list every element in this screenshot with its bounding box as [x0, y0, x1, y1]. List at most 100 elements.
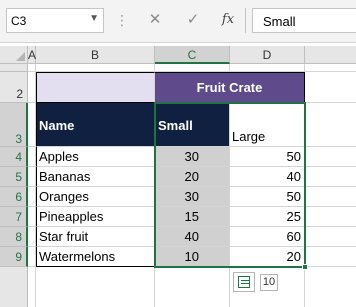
cell-e3[interactable] — [305, 103, 356, 147]
row-header-6[interactable]: 6 — [0, 187, 28, 207]
row-header-9[interactable]: 9 — [0, 247, 28, 267]
cell-a3[interactable] — [28, 103, 36, 147]
header-large: Large — [232, 129, 266, 144]
quick-analysis-button[interactable] — [233, 272, 255, 292]
quick-analysis-icon-line — [241, 280, 249, 281]
cell-e8[interactable] — [305, 227, 356, 247]
large-value: 50 — [286, 189, 301, 204]
cell-b2[interactable] — [36, 72, 155, 103]
table-row-small[interactable]: 30 — [155, 147, 230, 167]
table-row-large[interactable]: 50 — [230, 187, 305, 207]
cell-b10[interactable] — [36, 267, 155, 307]
cell-e10[interactable] — [305, 267, 356, 307]
cell-a7[interactable] — [28, 207, 36, 227]
formula-text: Small — [263, 14, 296, 29]
row-header-1[interactable] — [0, 64, 28, 72]
table-row-large[interactable]: 50 — [230, 147, 305, 167]
fruit-name: Watermelons — [39, 249, 116, 264]
header-name-cell[interactable]: Name — [36, 103, 155, 147]
select-all-triangle-icon — [16, 52, 25, 61]
cell-e2[interactable] — [305, 72, 356, 103]
row-header-4[interactable]: 4 — [0, 147, 28, 167]
cell-d1[interactable] — [230, 64, 305, 72]
table-row-name[interactable]: Apples — [36, 147, 155, 167]
table-row-name[interactable]: Watermelons — [36, 247, 155, 267]
table-row-small[interactable]: 30 — [155, 187, 230, 207]
row-header-8[interactable]: 8 — [0, 227, 28, 247]
fruit-name: Pineapples — [39, 209, 104, 224]
formula-bar-divider — [245, 8, 246, 33]
cell-a6[interactable] — [28, 187, 36, 207]
cell-e7[interactable] — [305, 207, 356, 227]
fill-handle[interactable] — [302, 264, 308, 270]
large-value: 40 — [286, 169, 301, 184]
cancel-icon[interactable]: ✕ — [144, 9, 166, 31]
header-name: Name — [39, 118, 75, 133]
table-row-name[interactable]: Star fruit — [36, 227, 155, 247]
small-value: 10 — [184, 249, 199, 264]
row-header-5[interactable]: 5 — [0, 167, 28, 187]
quick-analysis-tooltip: 10 — [260, 274, 278, 291]
table-row-large[interactable]: 60 — [230, 227, 305, 247]
cell-e6[interactable] — [305, 187, 356, 207]
grip-icon[interactable]: ⋮ — [115, 11, 129, 29]
table-row-name[interactable]: Oranges — [36, 187, 155, 207]
row-header-2[interactable]: 2 — [0, 72, 28, 103]
quick-analysis-icon — [238, 276, 250, 288]
table-row-name[interactable]: Pineapples — [36, 207, 155, 227]
insert-function-icon[interactable]: fx — [217, 9, 239, 31]
formula-input[interactable]: Small — [252, 8, 356, 33]
table-row-small[interactable]: 40 — [155, 227, 230, 247]
table-row-large[interactable]: 25 — [230, 207, 305, 227]
column-header-b[interactable]: B — [36, 46, 155, 64]
small-value: 20 — [184, 169, 199, 184]
row-header-7[interactable]: 7 — [0, 207, 28, 227]
cell-e5[interactable] — [305, 167, 356, 187]
chevron-down-icon[interactable]: ▼ — [89, 13, 99, 24]
fruit-name: Star fruit — [39, 229, 89, 244]
large-value: 25 — [286, 209, 301, 224]
table-row-small[interactable]: 10 — [155, 247, 230, 267]
formula-bar: C3 ▼ ⋮ ✕ ✓ fx Small — [0, 0, 356, 43]
small-value: 30 — [184, 149, 199, 164]
table-row-large[interactable]: 20 — [230, 247, 305, 267]
cell-c1[interactable] — [155, 64, 230, 72]
cell-a9[interactable] — [28, 247, 36, 267]
small-value: 15 — [184, 209, 199, 224]
name-box[interactable]: C3 ▼ — [6, 8, 104, 33]
table-row-small[interactable]: 20 — [155, 167, 230, 187]
fruit-name: Oranges — [39, 189, 89, 204]
large-value: 50 — [286, 149, 301, 164]
small-value: 30 — [184, 189, 199, 204]
cell-b1[interactable] — [36, 64, 155, 72]
table-row-name[interactable]: Bananas — [36, 167, 155, 187]
name-box-value: C3 — [11, 14, 27, 28]
large-value: 20 — [286, 249, 301, 264]
fruit-name: Apples — [39, 149, 79, 164]
header-large-cell[interactable]: Large — [230, 103, 305, 147]
cell-a5[interactable] — [28, 167, 36, 187]
row-header-3[interactable]: 3 — [0, 103, 28, 147]
fruit-name: Bananas — [39, 169, 91, 184]
select-all-button[interactable] — [0, 46, 28, 64]
cell-c10[interactable] — [155, 267, 230, 307]
cell-a2[interactable] — [28, 72, 36, 103]
cell-e1[interactable] — [305, 64, 356, 72]
quick-analysis-icon-line — [241, 283, 249, 284]
enter-icon[interactable]: ✓ — [182, 9, 204, 31]
table-row-small[interactable]: 15 — [155, 207, 230, 227]
cell-e4[interactable] — [305, 147, 356, 167]
cell-e9[interactable] — [305, 247, 356, 267]
column-header-a[interactable]: A — [28, 46, 36, 64]
column-header-c[interactable]: C — [155, 46, 230, 64]
cell-a10[interactable] — [28, 267, 36, 307]
table-title[interactable]: Fruit Crate — [155, 72, 305, 103]
row-header-empty — [0, 267, 28, 307]
large-value: 60 — [286, 229, 301, 244]
header-small-cell[interactable]: Small — [155, 103, 230, 147]
column-header-d[interactable]: D — [230, 46, 305, 64]
table-row-large[interactable]: 40 — [230, 167, 305, 187]
cell-a8[interactable] — [28, 227, 36, 247]
cell-a4[interactable] — [28, 147, 36, 167]
cell-a1[interactable] — [28, 64, 36, 72]
